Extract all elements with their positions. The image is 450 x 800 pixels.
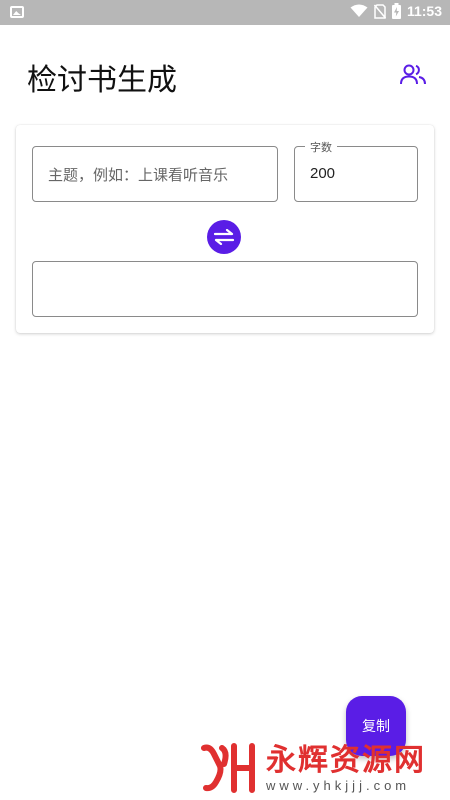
watermark-url: www.yhkjjj.com bbox=[266, 777, 411, 793]
battery-charging-icon bbox=[391, 3, 401, 19]
page-title: 检讨书生成 bbox=[27, 63, 177, 98]
generator-card: 主题，例如：上课看听音乐 字数 200 bbox=[16, 125, 434, 333]
word-count-value: 200 bbox=[310, 165, 336, 182]
word-count-input[interactable]: 字数 200 bbox=[294, 139, 418, 202]
watermark-logo bbox=[200, 742, 258, 794]
watermark-name: 永辉资源网 bbox=[266, 742, 426, 778]
swap-arrows-icon bbox=[213, 229, 235, 245]
topic-placeholder: 主题，例如：上课看听音乐 bbox=[48, 166, 229, 184]
generate-swap-button[interactable] bbox=[207, 220, 241, 254]
clock: 11:53 bbox=[406, 3, 442, 19]
status-icons: 11:53 bbox=[350, 3, 442, 19]
topic-input[interactable]: 主题，例如：上课看听音乐 bbox=[32, 146, 278, 202]
output-field[interactable] bbox=[32, 261, 418, 317]
word-count-label: 字数 bbox=[305, 139, 337, 155]
watermark: 永辉资源网 www.yhkjjj.com bbox=[200, 740, 440, 796]
users-icon bbox=[400, 64, 426, 85]
no-sim-icon bbox=[373, 3, 386, 19]
status-bar: 11:53 bbox=[0, 0, 450, 25]
image-icon bbox=[10, 6, 24, 18]
wifi-icon bbox=[350, 4, 368, 17]
users-button[interactable] bbox=[398, 60, 428, 88]
